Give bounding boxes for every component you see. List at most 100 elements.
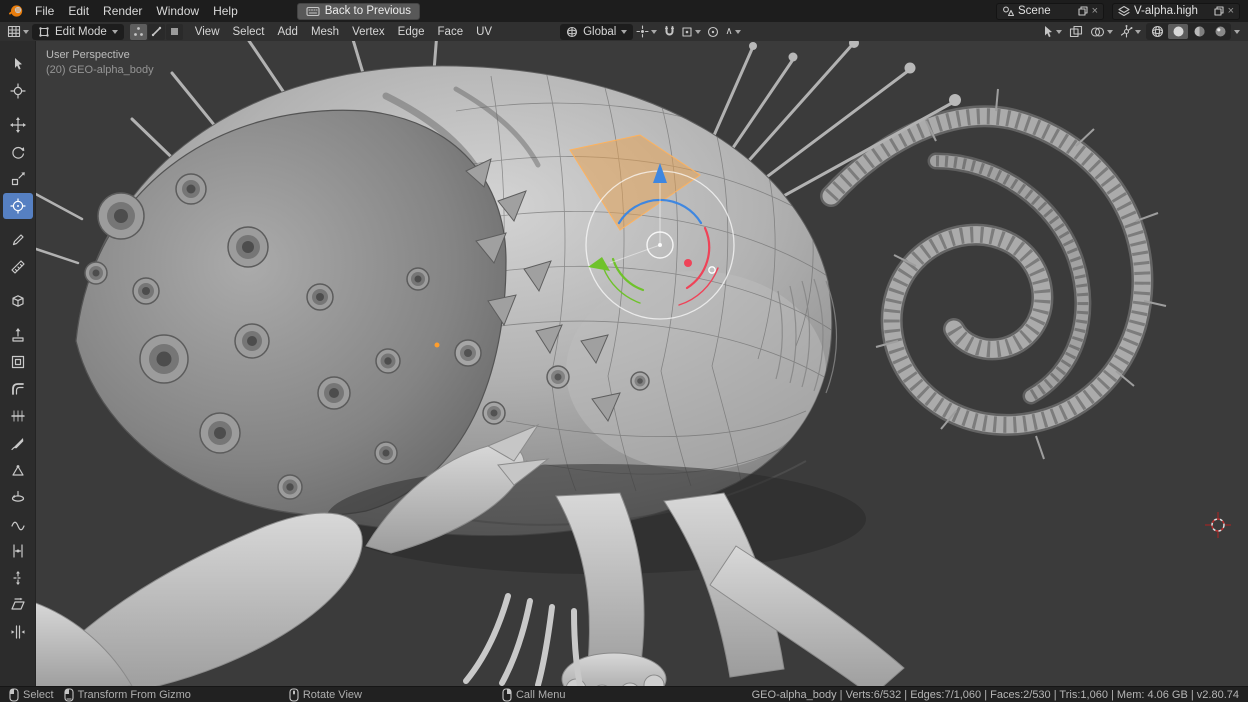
- rendered-shading-button[interactable]: [1210, 24, 1230, 39]
- face-select-mode-button[interactable]: [166, 24, 183, 40]
- xray-toggle-button[interactable]: [1067, 24, 1085, 40]
- tool-shrink-fatten[interactable]: [3, 565, 33, 591]
- transform-orientation-dropdown[interactable]: Global: [560, 24, 633, 40]
- mouse-right-icon: [502, 688, 512, 702]
- proportional-falloff-dropdown[interactable]: ∧: [723, 24, 742, 40]
- scene-icon: [1002, 5, 1014, 17]
- menu-view[interactable]: View: [189, 26, 226, 38]
- menu-render[interactable]: Render: [96, 0, 149, 22]
- tool-shelf: [0, 41, 36, 686]
- edge-select-mode-button[interactable]: [148, 24, 165, 40]
- tool-move[interactable]: [3, 112, 33, 138]
- snap-target-dropdown[interactable]: [679, 24, 703, 40]
- menu-face[interactable]: Face: [432, 26, 470, 38]
- wireframe-shading-button[interactable]: [1147, 24, 1167, 39]
- chevron-down-icon: [1107, 30, 1113, 34]
- tool-rotate[interactable]: [3, 139, 33, 165]
- duplicate-icon[interactable]: [1214, 6, 1224, 16]
- hint-select: Select: [9, 688, 54, 702]
- overlays-dropdown[interactable]: [1088, 24, 1115, 40]
- back-to-previous-button[interactable]: Back to Previous: [297, 3, 420, 20]
- chevron-down-icon[interactable]: [1234, 30, 1240, 34]
- tool-tweak-select[interactable]: [3, 51, 33, 77]
- editor-type-button[interactable]: [5, 24, 31, 40]
- face-mode-icon: [169, 26, 180, 37]
- menu-edit[interactable]: Edit: [61, 0, 96, 22]
- viewport-3d[interactable]: User Perspective (20) GEO-alpha_body: [36, 41, 1248, 686]
- tool-bevel[interactable]: [3, 376, 33, 402]
- chevron-down-icon: [1056, 30, 1062, 34]
- menu-help[interactable]: Help: [206, 0, 245, 22]
- snap-toggle-button[interactable]: [660, 24, 678, 40]
- close-icon[interactable]: ×: [1228, 5, 1234, 17]
- viewport-header: Edit Mode View Select Add Mesh: [0, 22, 1248, 41]
- pivot-point-dropdown[interactable]: [634, 24, 659, 40]
- mode-dropdown[interactable]: Edit Mode: [32, 24, 124, 40]
- menu-select[interactable]: Select: [227, 26, 271, 38]
- main-area: User Perspective (20) GEO-alpha_body: [0, 41, 1248, 686]
- blender-logo[interactable]: [6, 2, 26, 20]
- tool-edge-slide[interactable]: [3, 538, 33, 564]
- scene-statistics: GEO-alpha_body | Verts:6/532 | Edges:7/1…: [752, 689, 1239, 701]
- view-layer-selector[interactable]: V-alpha.high ×: [1112, 3, 1240, 20]
- mouse-middle-icon: [289, 688, 299, 702]
- menu-window[interactable]: Window: [149, 0, 206, 22]
- duplicate-icon[interactable]: [1078, 6, 1088, 16]
- solid-shading-button[interactable]: [1168, 24, 1188, 39]
- overlays-icon: [1090, 26, 1105, 38]
- chevron-down-icon: [651, 30, 657, 34]
- menu-uv[interactable]: UV: [470, 26, 498, 38]
- tool-measure[interactable]: [3, 254, 33, 280]
- tool-loop-cut[interactable]: [3, 403, 33, 429]
- menu-edge[interactable]: Edge: [392, 26, 431, 38]
- scene-selector[interactable]: Scene ×: [996, 3, 1104, 20]
- xray-icon: [1069, 25, 1083, 38]
- snap-target-icon: [681, 26, 693, 38]
- shading-mode-group: [1146, 23, 1231, 40]
- tool-knife[interactable]: [3, 430, 33, 456]
- topbar-right: Scene × V-alpha.high ×: [996, 3, 1242, 20]
- vertex-select-mode-button[interactable]: [130, 24, 147, 40]
- mouse-left-icon: [9, 688, 19, 702]
- orientation-label: Global: [583, 26, 616, 38]
- proportional-editing-toggle[interactable]: [704, 24, 722, 40]
- menu-mesh[interactable]: Mesh: [305, 26, 345, 38]
- menu-file[interactable]: File: [28, 0, 61, 22]
- menu-add[interactable]: Add: [271, 26, 303, 38]
- header-right-cluster: [1040, 23, 1243, 40]
- active-vertex[interactable]: [435, 343, 440, 348]
- tool-extrude-region[interactable]: [3, 322, 33, 348]
- chevron-down-icon: [735, 30, 741, 34]
- menu-vertex[interactable]: Vertex: [346, 26, 391, 38]
- tool-add-cube[interactable]: [3, 288, 33, 314]
- tool-annotate[interactable]: [3, 227, 33, 253]
- tool-poly-build[interactable]: [3, 457, 33, 483]
- scene-name: Scene: [1018, 5, 1074, 17]
- select-visibility-dropdown[interactable]: [1040, 24, 1064, 40]
- tool-rip-region[interactable]: [3, 619, 33, 645]
- gizmo-icon: [1120, 25, 1133, 38]
- tool-transform[interactable]: [3, 193, 33, 219]
- close-icon[interactable]: ×: [1092, 5, 1098, 17]
- chevron-down-icon: [112, 30, 118, 34]
- tool-shear[interactable]: [3, 592, 33, 618]
- material-shading-icon: [1193, 25, 1206, 38]
- mouse-drag-icon: [64, 688, 74, 702]
- gizmos-dropdown[interactable]: [1118, 24, 1143, 40]
- tool-inset-faces[interactable]: [3, 349, 33, 375]
- chevron-down-icon: [695, 30, 701, 34]
- tool-cursor[interactable]: [3, 78, 33, 104]
- editor-type-icon: [7, 25, 21, 38]
- tool-spin[interactable]: [3, 484, 33, 510]
- hint-call-menu: Call Menu: [502, 688, 566, 702]
- vertex-mode-icon: [133, 26, 144, 37]
- keyboard-icon: [306, 6, 320, 17]
- pivot-icon: [636, 25, 649, 38]
- material-shading-button[interactable]: [1189, 24, 1209, 39]
- edge-mode-icon: [151, 26, 162, 37]
- tool-smooth[interactable]: [3, 511, 33, 537]
- chevron-down-icon: [1135, 30, 1141, 34]
- hint-transform-from-gizmo: Transform From Gizmo: [64, 688, 191, 702]
- chevron-down-icon: [23, 30, 29, 34]
- tool-scale[interactable]: [3, 166, 33, 192]
